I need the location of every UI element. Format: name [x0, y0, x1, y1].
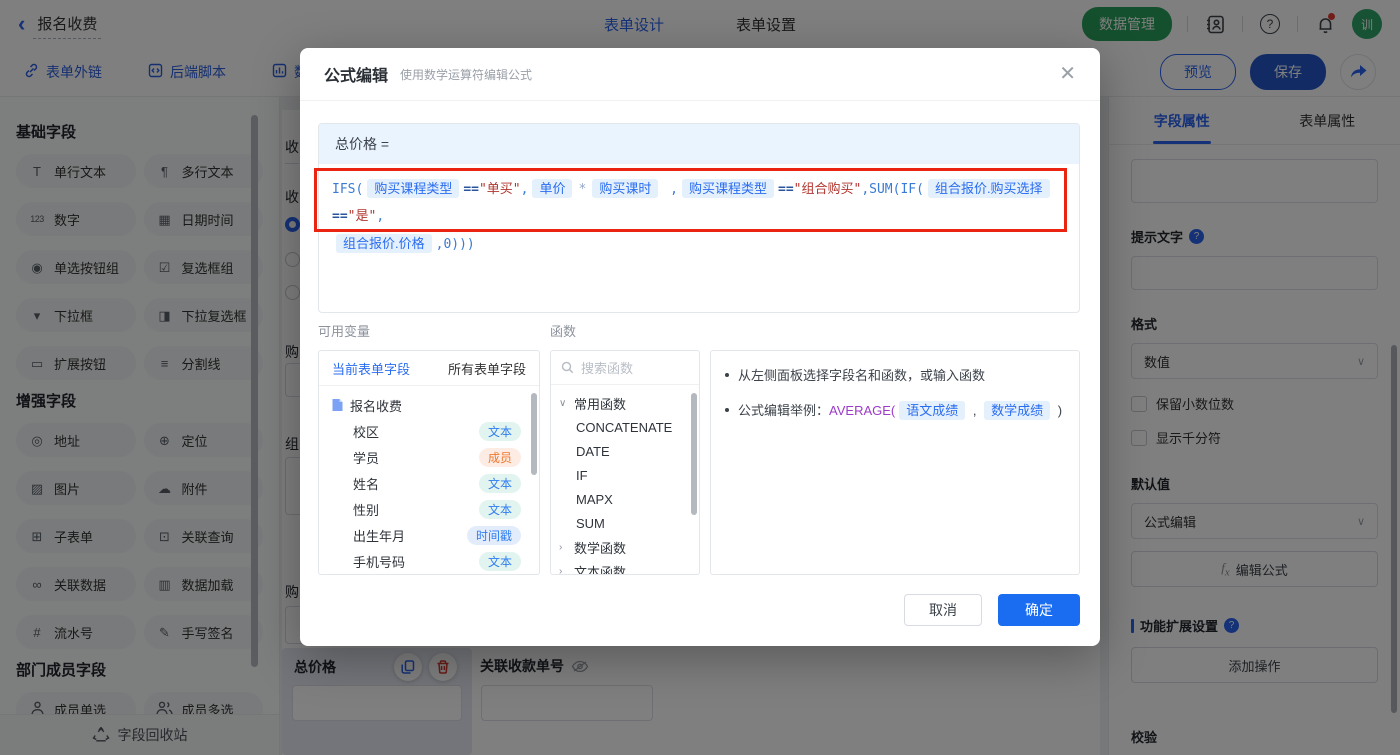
variable-field-row[interactable]: 出生年月 时间戳 — [319, 522, 539, 548]
bullet-dot — [725, 373, 729, 377]
formula-token: == — [463, 182, 479, 197]
help-line-1: 从左侧面板选择字段名和函数，或输入函数 — [738, 368, 986, 383]
function-row[interactable]: CONCATENATE — [551, 415, 699, 439]
variable-field-row[interactable]: 学员 成员 — [319, 444, 539, 470]
function-group-row[interactable]: ∨ 常用函数 — [551, 391, 699, 415]
search-icon — [561, 361, 574, 374]
chevron-down-icon: ∨ — [559, 397, 567, 409]
cancel-button[interactable]: 取消 — [904, 594, 982, 626]
formula-token: == — [778, 182, 794, 197]
chevron-right-icon: › — [559, 565, 563, 575]
formula-token: , — [520, 182, 529, 197]
variables-label: 可用变量 — [318, 324, 371, 339]
variables-panel: 当前表单字段 所有表单字段 报名收费 校区 文本 学员 成员 姓名 文本 性别 文本 出生年月时… — [318, 350, 540, 575]
modal-title: 公式编辑 — [324, 68, 389, 85]
formula-result-label: 总价格 = — [319, 124, 1079, 164]
functions-panel: 搜索函数 ∨ 常用函数 CONCATENATE DATE IF MAPX SUM › 数学函数 ›… — [550, 350, 700, 575]
modal-footer: 取消 确定 — [904, 594, 1080, 626]
formula-token: , — [969, 403, 981, 418]
variable-field-row[interactable]: 姓名 文本 — [319, 470, 539, 496]
field-chip: 购买课程类型 — [367, 179, 460, 198]
formula-token: * — [578, 182, 587, 197]
formula-token: , — [376, 209, 385, 224]
field-chip: 购买课时 — [592, 179, 659, 198]
field-type-badge: 时间戳 — [466, 525, 521, 545]
field-chip: 语文成绩 — [899, 401, 966, 420]
function-group-row[interactable]: › 数学函数 — [551, 535, 699, 559]
field-chip: 购买课程类型 — [681, 179, 774, 198]
formula-token: ,SUM(IF( — [861, 182, 924, 197]
field-type-badge: 成员 — [478, 447, 521, 467]
formula-token: 公式编辑举例： — [738, 403, 830, 418]
search-placeholder: 搜索函数 — [581, 361, 634, 376]
variables-scrollbar[interactable] — [531, 393, 537, 475]
field-chip: 单价 — [532, 179, 573, 198]
confirm-button[interactable]: 确定 — [998, 594, 1080, 626]
close-icon[interactable]: ✕ — [1059, 64, 1076, 84]
function-row[interactable]: DATE — [551, 439, 699, 463]
field-type-badge: 文本 — [478, 551, 521, 571]
modal-header: 公式编辑 使用数学运算符编辑公式 ✕ — [300, 48, 1100, 101]
tab-current-form-fields[interactable]: 当前表单字段 — [332, 359, 410, 378]
formula-token: "组合购买" — [793, 182, 862, 197]
field-type-badge: 文本 — [478, 499, 521, 519]
variable-field-row[interactable]: 性别 文本 — [319, 496, 539, 522]
modal-subtitle: 使用数学运算符编辑公式 — [400, 67, 533, 82]
field-chip: 数学成绩 — [984, 401, 1051, 420]
formula-token: ) — [1054, 403, 1063, 418]
chevron-right-icon: › — [559, 541, 563, 553]
formula-box: 总价格 = IFS(购买课程类型 =="单买", 单价 * 购买课时 , 购买课程类型 ==… — [318, 123, 1080, 313]
formula-token: == — [332, 209, 348, 224]
variables-root-node[interactable]: 报名收费 — [319, 392, 539, 418]
formula-token: "单买" — [478, 182, 521, 197]
help-line-2: 公式编辑举例：AVERAGE(语文成绩 , 数学成绩 ) — [738, 400, 1062, 422]
variable-field-row[interactable]: 校区 文本 — [319, 418, 539, 444]
function-search[interactable]: 搜索函数 — [551, 351, 699, 385]
formula-editor-modal: 公式编辑 使用数学运算符编辑公式 ✕ 总价格 = IFS(购买课程类型 =="单买… — [300, 48, 1100, 646]
field-chip: 组合报价.价格 — [336, 234, 432, 253]
formula-help-panel: 从左侧面板选择字段名和函数，或输入函数 公式编辑举例：AVERAGE(语文成绩 … — [710, 350, 1080, 575]
formula-token: IFS( — [332, 182, 364, 197]
tab-all-form-fields[interactable]: 所有表单字段 — [448, 359, 526, 378]
variable-field-row[interactable]: 手机号码 文本 — [319, 548, 539, 574]
field-chip: 组合报价.购买选择 — [927, 179, 1050, 198]
form-doc-icon — [332, 399, 343, 411]
formula-editor[interactable]: IFS(购买课程类型 =="单买", 单价 * 购买课时 , 购买课程类型 =="组合购买"… — [319, 164, 1079, 269]
function-row[interactable]: IF — [551, 463, 699, 487]
functions-scrollbar[interactable] — [691, 393, 697, 515]
formula-token: , — [662, 182, 678, 197]
formula-token: ,0))) — [435, 237, 475, 252]
field-type-badge: 文本 — [478, 473, 521, 493]
function-row[interactable]: SUM — [551, 511, 699, 535]
app-root: ‹ 报名收费 表单设计 表单设置 数据管理 ? — [0, 0, 1400, 755]
formula-token: "是" — [347, 209, 377, 224]
functions-label: 函数 — [550, 324, 577, 339]
function-row[interactable]: MAPX — [551, 487, 699, 511]
bullet-dot — [725, 408, 729, 412]
function-group-row[interactable]: › 文本函数 — [551, 559, 699, 575]
formula-token: AVERAGE( — [829, 403, 896, 418]
field-type-badge: 文本 — [478, 421, 521, 441]
